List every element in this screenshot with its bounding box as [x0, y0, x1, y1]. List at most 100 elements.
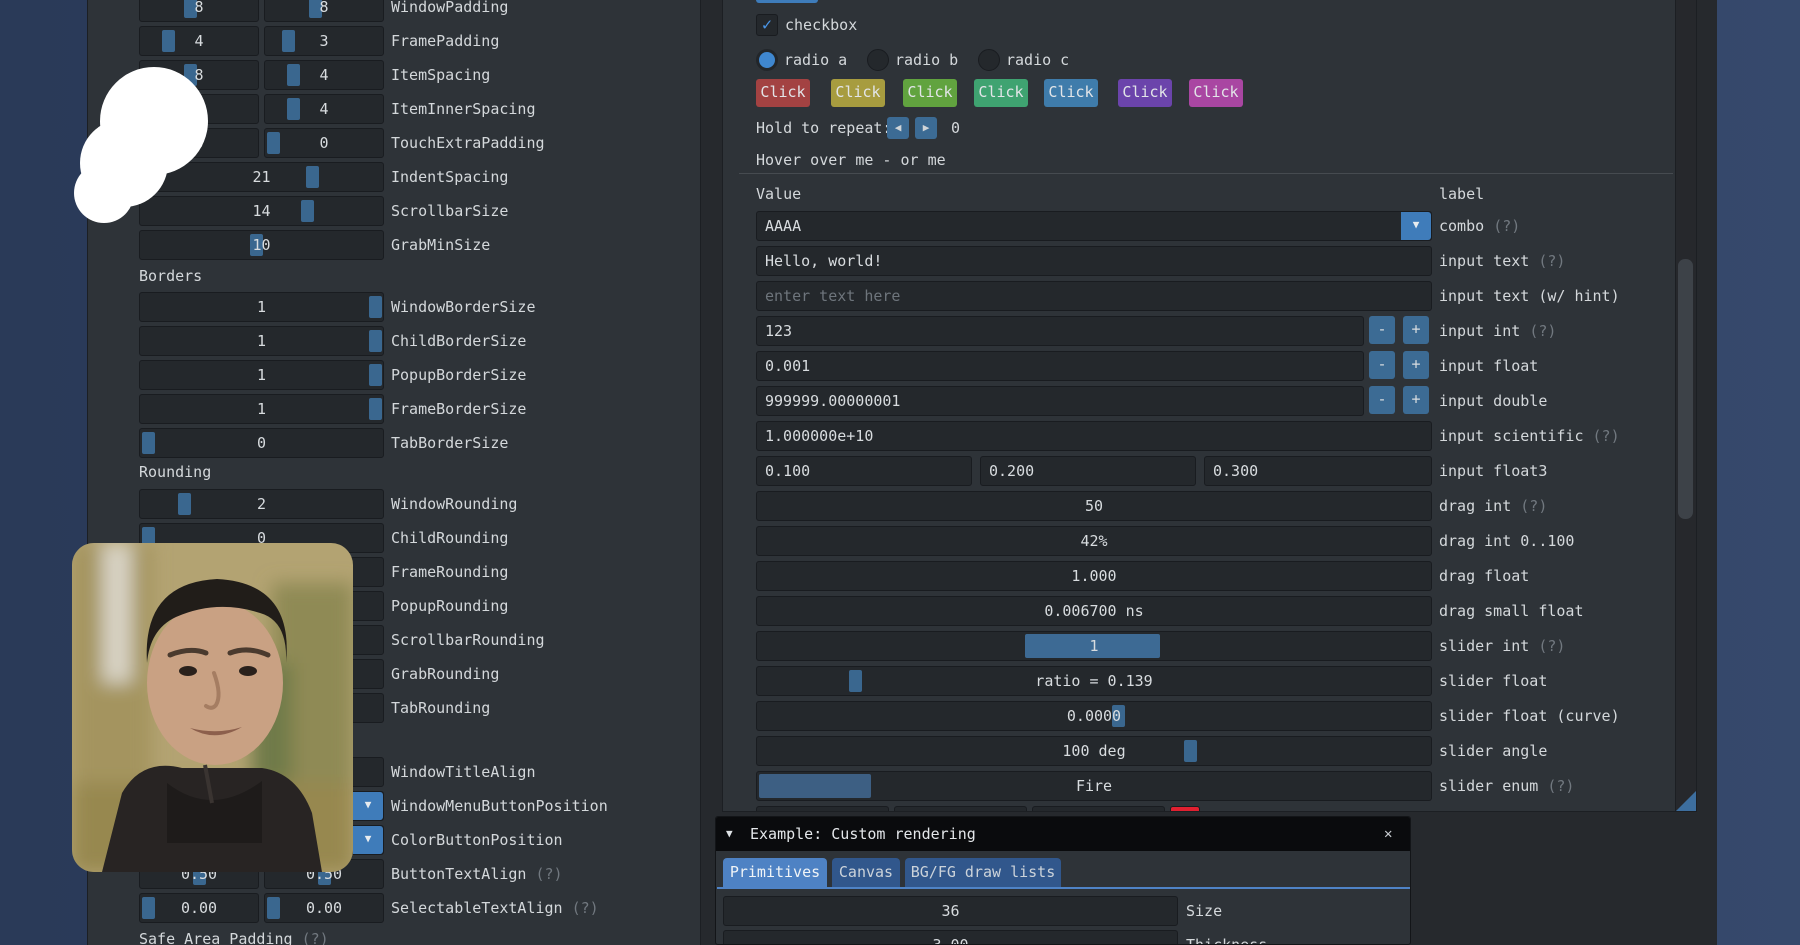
drag-int-percent[interactable]: 42%: [756, 526, 1432, 556]
slider-iteminnerspacing-y[interactable]: 4: [264, 94, 384, 124]
input-text-hint-field[interactable]: enter text here: [756, 281, 1432, 311]
help-marker: (?): [536, 865, 563, 883]
section-header-borders: Borders: [139, 266, 202, 286]
input-float3-z[interactable]: 0.300: [1204, 456, 1432, 486]
plus-button[interactable]: +: [1403, 351, 1429, 379]
click-button-1[interactable]: Click: [756, 79, 810, 107]
desktop: 8 8 WindowPadding 4 3 FramePadding 8 4 I…: [0, 0, 1800, 945]
chevron-down-icon[interactable]: ▼: [1401, 212, 1431, 240]
input-scientific-field[interactable]: 1.000000e+10: [756, 421, 1432, 451]
hover-label[interactable]: Hover over me - or me: [756, 149, 946, 171]
column-header-label: label: [1439, 183, 1484, 205]
input-text-field[interactable]: Hello, world!: [756, 246, 1432, 276]
slider-selectabletextalign-y[interactable]: 0.00: [264, 893, 384, 923]
combo-field[interactable]: AAAA ▼: [756, 211, 1432, 241]
minus-button[interactable]: -: [1369, 351, 1395, 379]
plus-button[interactable]: +: [1403, 386, 1429, 414]
chevron-down-icon[interactable]: ▼: [353, 826, 383, 854]
partial-button-top[interactable]: [756, 0, 818, 3]
slider-popupbordersize[interactable]: 1: [139, 360, 384, 390]
help-marker: (?): [1593, 427, 1620, 445]
vertical-scrollbar[interactable]: [1675, 0, 1696, 811]
resize-grip-icon[interactable]: [1676, 791, 1696, 811]
click-button-2[interactable]: Click: [831, 79, 885, 107]
drag-float[interactable]: 1.000: [756, 561, 1432, 591]
slider-int[interactable]: 1: [756, 631, 1432, 661]
color-component-r[interactable]: [756, 806, 889, 812]
color-component-b[interactable]: [1032, 806, 1165, 812]
click-button-6[interactable]: Click: [1118, 79, 1172, 107]
plus-button[interactable]: +: [1403, 316, 1429, 344]
custom-rendering-window: ▼ Example: Custom rendering ✕ Primitives…: [715, 816, 1411, 945]
checkbox[interactable]: ✓: [756, 14, 778, 36]
click-button-5[interactable]: Click: [1044, 79, 1098, 107]
minus-button[interactable]: -: [1369, 386, 1395, 414]
slider-enum[interactable]: Fire: [756, 771, 1432, 801]
tab-primitives[interactable]: Primitives: [723, 858, 827, 887]
help-marker: (?): [1529, 322, 1556, 340]
input-float3-x[interactable]: 0.100: [756, 456, 972, 486]
window-title: Example: Custom rendering: [750, 817, 976, 851]
arrow-left-icon: ◀: [895, 121, 902, 134]
radio-b[interactable]: [867, 49, 889, 71]
slider-childbordersize[interactable]: 1: [139, 326, 384, 356]
slider-windowbordersize[interactable]: 1: [139, 292, 384, 322]
collapse-arrow-icon[interactable]: ▼: [726, 817, 733, 851]
slider-tabbordersize[interactable]: 0: [139, 428, 384, 458]
slider-framepadding-y[interactable]: 3: [264, 26, 384, 56]
section-header-rounding: Rounding: [139, 462, 211, 482]
radio-a-label[interactable]: radio a: [784, 49, 847, 71]
white-blob-overlay: [72, 65, 222, 225]
slider-touchextrapadding-y[interactable]: 0: [264, 128, 384, 158]
help-marker: (?): [1538, 252, 1565, 270]
arrow-left-button[interactable]: ◀: [887, 117, 909, 139]
slider-thickness[interactable]: 3.00: [723, 930, 1178, 945]
slider-windowpadding-x[interactable]: 8: [139, 0, 259, 22]
radio-a[interactable]: [756, 49, 778, 71]
scrollbar-grab[interactable]: [1678, 259, 1693, 519]
help-marker: (?): [1520, 497, 1547, 515]
radio-c[interactable]: [978, 49, 1000, 71]
slider-windowrounding[interactable]: 2: [139, 489, 384, 519]
help-marker: (?): [1547, 777, 1574, 795]
minus-button[interactable]: -: [1369, 316, 1395, 344]
slider-grabminsize[interactable]: 10: [139, 230, 384, 260]
help-marker: (?): [572, 899, 599, 917]
hold-to-repeat-value: 0: [951, 117, 960, 139]
slider-itemspacing-y[interactable]: 4: [264, 60, 384, 90]
checkbox-label[interactable]: checkbox: [785, 14, 857, 36]
slider-selectabletextalign-x[interactable]: 0.00: [139, 893, 259, 923]
arrow-right-icon: ▶: [923, 121, 930, 134]
arrow-right-button[interactable]: ▶: [915, 117, 937, 139]
widgets-window: ✓ checkbox radio a radio b radio c Click…: [722, 0, 1697, 812]
click-button-7[interactable]: Click: [1189, 79, 1243, 107]
slider-angle[interactable]: 100 deg: [756, 736, 1432, 766]
slider-windowpadding-y[interactable]: 8: [264, 0, 384, 22]
input-int-field[interactable]: 123: [756, 316, 1364, 346]
slider-float[interactable]: ratio = 0.139: [756, 666, 1432, 696]
chevron-down-icon[interactable]: ▼: [353, 792, 383, 820]
column-header-value: Value: [756, 183, 801, 205]
input-double-field[interactable]: 999999.00000001: [756, 386, 1364, 416]
tab-canvas[interactable]: Canvas: [832, 858, 900, 887]
radio-b-label[interactable]: radio b: [895, 49, 958, 71]
radio-c-label[interactable]: radio c: [1006, 49, 1069, 71]
drag-int[interactable]: 50: [756, 491, 1432, 521]
click-button-3[interactable]: Click: [903, 79, 957, 107]
help-marker: (?): [1538, 637, 1565, 655]
slider-float-curve[interactable]: 0.0000: [756, 701, 1432, 731]
click-button-4[interactable]: Click: [974, 79, 1028, 107]
slider-framepadding-x[interactable]: 4: [139, 26, 259, 56]
tab-bgfg-draw-lists[interactable]: BG/FG draw lists: [905, 858, 1061, 887]
input-float-field[interactable]: 0.001: [756, 351, 1364, 381]
input-float3-y[interactable]: 0.200: [980, 456, 1196, 486]
slider-framebordersize[interactable]: 1: [139, 394, 384, 424]
slider-size[interactable]: 36: [723, 896, 1178, 926]
window-titlebar[interactable]: ▼ Example: Custom rendering ✕: [716, 817, 1410, 851]
help-marker: (?): [1493, 217, 1520, 235]
close-icon[interactable]: ✕: [1384, 817, 1392, 851]
color-component-g[interactable]: [894, 806, 1027, 812]
section-header-safe-area: Safe Area Padding (?): [139, 929, 329, 945]
drag-small-float[interactable]: 0.006700 ns: [756, 596, 1432, 626]
color-swatch[interactable]: [1170, 806, 1200, 812]
